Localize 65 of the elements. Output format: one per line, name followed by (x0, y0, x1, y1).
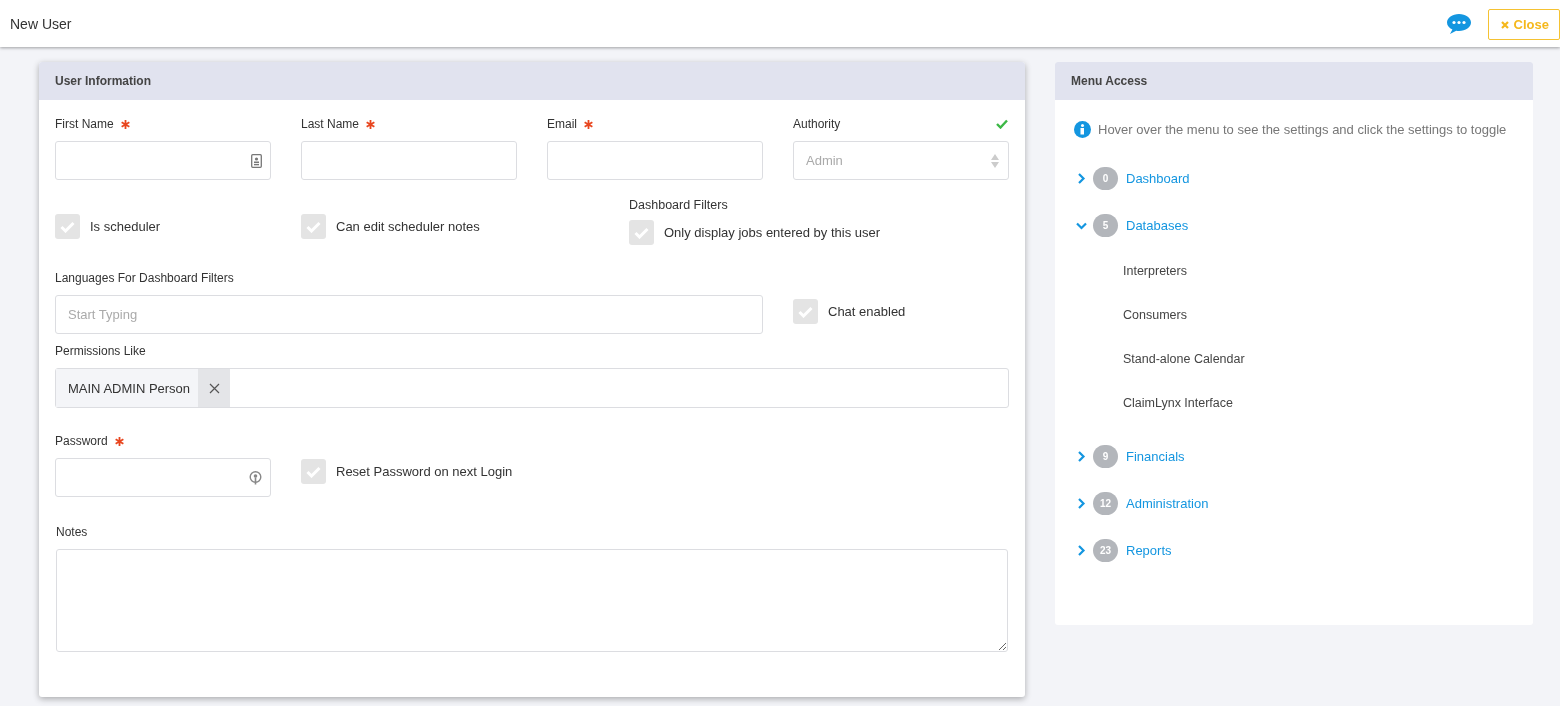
hint-text: Hover over the menu to see the settings and click the settings to toggle (1098, 122, 1507, 137)
tag-label: MAIN ADMIN Person (56, 369, 199, 407)
field-label: Email (547, 117, 577, 131)
card-title: User Information (55, 74, 151, 88)
submenu-item[interactable]: Stand-alone Calendar (1123, 337, 1533, 381)
section-heading: Dashboard Filters (629, 198, 729, 212)
submenu-item[interactable]: Consumers (1123, 293, 1533, 337)
check-icon (306, 220, 321, 233)
check-icon (60, 220, 75, 233)
field-label: Permissions Like (55, 344, 146, 358)
chevron-down-icon[interactable] (1075, 221, 1088, 230)
notes-field[interactable] (56, 549, 1008, 652)
count-badge: 5 (1093, 214, 1118, 237)
checkbox[interactable] (629, 220, 654, 245)
checkbox-label: Only display jobs entered by this user (664, 225, 881, 240)
menu-link[interactable]: Financials (1126, 449, 1185, 464)
chevron-right-icon[interactable] (1075, 173, 1088, 184)
menu-link[interactable]: Reports (1126, 543, 1172, 558)
checkbox[interactable] (301, 214, 326, 239)
field-label: Languages For Dashboard Filters (55, 271, 234, 285)
count-badge: 23 (1093, 539, 1118, 562)
menu-link[interactable]: Databases (1126, 218, 1189, 233)
submenu-item[interactable]: ClaimLynx Interface (1123, 381, 1533, 425)
checkbox-label: Can edit scheduler notes (336, 219, 480, 234)
field-label: Password (55, 434, 108, 448)
permissions-field[interactable]: MAIN ADMIN Person (55, 368, 1009, 408)
chevron-right-icon[interactable] (1075, 498, 1088, 509)
select-value: Admin (806, 153, 843, 168)
check-icon (634, 226, 649, 239)
card-title: Menu Access (1071, 74, 1148, 88)
languages-field[interactable]: Start Typing (55, 295, 763, 334)
email-field[interactable] (547, 141, 763, 180)
password-field[interactable] (55, 458, 271, 497)
checkbox[interactable] (301, 459, 326, 484)
first-name-field[interactable] (55, 141, 271, 180)
close-button[interactable]: Close (1487, 9, 1560, 40)
checkbox-label: Chat enabled (828, 304, 906, 319)
check-icon (798, 305, 813, 318)
field-label: Authority (793, 117, 841, 131)
count-badge: 12 (1093, 492, 1118, 515)
window-title: New User (10, 15, 73, 32)
chat-icon[interactable] (1445, 12, 1472, 35)
field-label: Notes (56, 525, 88, 539)
sort-arrows-icon (991, 153, 999, 168)
last-name-field[interactable] (301, 141, 517, 180)
checkbox[interactable] (55, 214, 80, 239)
check-icon (306, 465, 321, 478)
close-icon (1500, 20, 1509, 29)
count-badge: 0 (1093, 167, 1118, 190)
info-icon (1074, 121, 1091, 138)
count-badge: 9 (1093, 445, 1118, 468)
chevron-right-icon[interactable] (1075, 545, 1088, 556)
menu-link[interactable]: Dashboard (1126, 171, 1190, 186)
contact-card-icon (251, 153, 262, 168)
field-label: Last Name (301, 117, 360, 131)
field-label: First Name (55, 117, 114, 131)
close-icon (208, 382, 220, 394)
submenu-item[interactable]: Interpreters (1123, 249, 1533, 293)
checkbox-label: Reset Password on next Login (336, 464, 513, 479)
password-key-icon (249, 470, 262, 485)
remove-tag-button[interactable] (198, 369, 231, 407)
menu-link[interactable]: Administration (1126, 496, 1209, 511)
chevron-right-icon[interactable] (1075, 451, 1088, 462)
checkbox-label: Is scheduler (90, 219, 161, 234)
checkbox[interactable] (793, 299, 818, 324)
